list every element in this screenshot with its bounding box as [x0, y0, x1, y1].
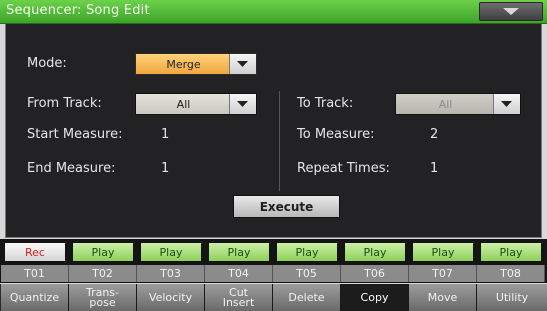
- repeat-times-value[interactable]: 1: [430, 161, 438, 176]
- to-track-dropdown[interactable]: All: [395, 93, 521, 115]
- track-1: Rec T01: [1, 239, 69, 283]
- track-2-state-button[interactable]: Play: [72, 242, 134, 262]
- execute-button[interactable]: Execute: [233, 195, 340, 218]
- track-2-name: T02: [69, 265, 137, 282]
- track-7-name: T07: [409, 265, 477, 282]
- track-5: Play T05: [273, 239, 341, 283]
- triangle-down-icon: [503, 8, 519, 15]
- triangle-down-icon: [237, 101, 248, 107]
- tab-cut-insert[interactable]: Cut Insert: [205, 284, 273, 311]
- tab-velocity[interactable]: Velocity: [137, 284, 205, 311]
- track-5-name: T05: [273, 265, 341, 282]
- mode-label: Mode:: [27, 56, 67, 71]
- column-divider: [279, 91, 280, 191]
- tab-transpose[interactable]: Trans- pose: [69, 284, 137, 311]
- to-track-value: All: [438, 97, 453, 111]
- track-8-name: T08: [477, 265, 545, 282]
- tab-utility[interactable]: Utility: [477, 284, 547, 311]
- track-6: Play T06: [341, 239, 409, 283]
- title-bar: Sequencer: Song Edit: [0, 0, 547, 24]
- end-measure-value[interactable]: 1: [161, 161, 169, 176]
- track-1-name: T01: [1, 265, 69, 282]
- page-menu-button[interactable]: [479, 2, 543, 21]
- triangle-down-icon: [237, 61, 248, 67]
- mode-dropdown[interactable]: Merge: [135, 53, 257, 75]
- tab-delete[interactable]: Delete: [273, 284, 341, 311]
- start-measure-label: Start Measure:: [27, 127, 123, 142]
- page-title: Sequencer: Song Edit: [6, 3, 150, 18]
- triangle-down-icon: [501, 101, 512, 107]
- tab-copy[interactable]: Copy: [341, 284, 409, 311]
- track-6-name: T06: [341, 265, 409, 282]
- track-7-state-button[interactable]: Play: [412, 242, 474, 262]
- tab-move[interactable]: Move: [409, 284, 477, 311]
- track-3: Play T03: [137, 239, 205, 283]
- to-track-dropdown-arrow[interactable]: [493, 94, 520, 114]
- start-measure-value[interactable]: 1: [161, 127, 169, 142]
- from-track-dropdown-arrow[interactable]: [229, 94, 256, 114]
- track-4: Play T04: [205, 239, 273, 283]
- from-track-label: From Track:: [27, 96, 102, 111]
- to-track-label: To Track:: [297, 96, 354, 111]
- end-measure-label: End Measure:: [27, 161, 116, 176]
- track-2: Play T02: [69, 239, 137, 283]
- edit-panel: Mode: Merge From Track: All Start Measur…: [5, 24, 542, 238]
- track-3-state-button[interactable]: Play: [140, 242, 202, 262]
- track-8: Play T08: [477, 239, 545, 283]
- from-track-dropdown[interactable]: All: [135, 93, 257, 115]
- track-5-state-button[interactable]: Play: [276, 242, 338, 262]
- track-7: Play T07: [409, 239, 477, 283]
- track-6-state-button[interactable]: Play: [344, 242, 406, 262]
- track-4-state-button[interactable]: Play: [208, 242, 270, 262]
- edit-tab-bar: Quantize Trans- pose Velocity Cut Insert…: [0, 284, 547, 311]
- mode-dropdown-arrow[interactable]: [229, 54, 256, 74]
- from-track-value: All: [176, 97, 191, 111]
- track-status-bar: Rec T01 Play T02 Play T03 Play T04 Play …: [0, 239, 547, 283]
- track-1-state-button[interactable]: Rec: [4, 242, 66, 262]
- track-3-name: T03: [137, 265, 205, 282]
- to-measure-label: To Measure:: [297, 127, 375, 142]
- to-measure-value[interactable]: 2: [430, 127, 438, 142]
- mode-value: Merge: [166, 57, 201, 71]
- tab-quantize[interactable]: Quantize: [1, 284, 69, 311]
- repeat-times-label: Repeat Times:: [297, 161, 390, 176]
- track-4-name: T04: [205, 265, 273, 282]
- track-8-state-button[interactable]: Play: [480, 242, 542, 262]
